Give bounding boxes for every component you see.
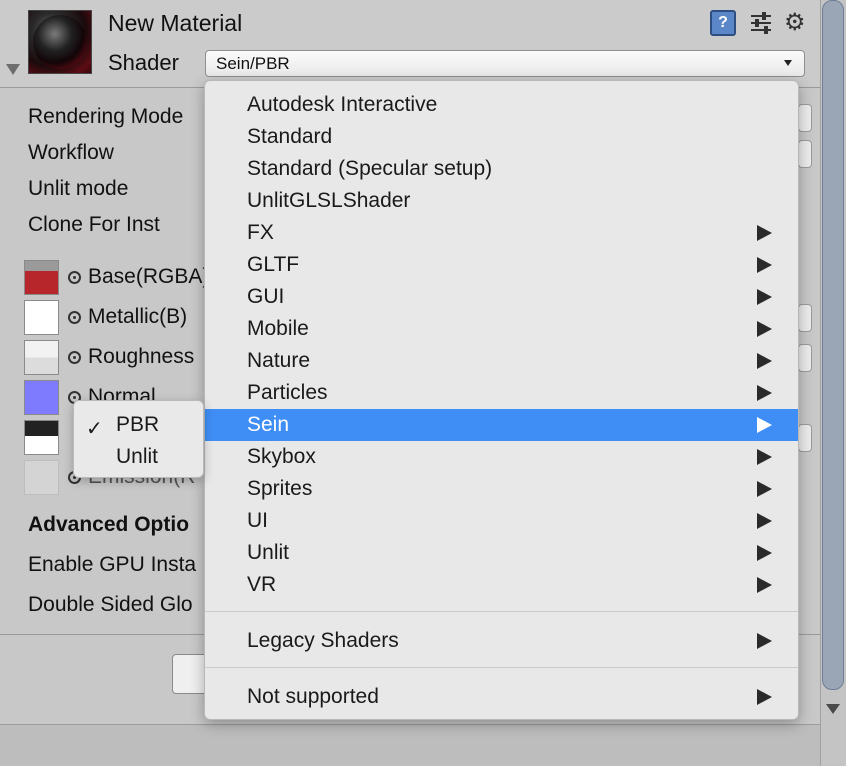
submenu-arrow-icon (757, 417, 772, 433)
menu-item-fx[interactable]: FX (205, 217, 798, 249)
menu-separator (205, 667, 798, 668)
menu-item-nature[interactable]: Nature (205, 345, 798, 377)
menu-separator (205, 611, 798, 612)
workflow-field[interactable] (798, 140, 812, 168)
bottom-area (0, 724, 820, 766)
submenu-arrow-icon (757, 257, 772, 273)
submenu-arrow-icon (757, 513, 772, 529)
occlusion-value-field[interactable] (798, 424, 812, 452)
menu-item-not-supported[interactable]: Not supported (205, 681, 798, 713)
metallic-label: Metallic(B) (88, 305, 188, 328)
submenu-arrow-icon (757, 633, 772, 649)
menu-item-autodesk-interactive[interactable]: Autodesk Interactive (205, 89, 798, 121)
emission-texture-slot[interactable] (24, 460, 59, 495)
gear-icon[interactable]: ⚙ (784, 8, 806, 37)
clone-for-inst-label: Clone For Inst (28, 213, 160, 236)
metallic-texture-slot[interactable] (24, 300, 59, 335)
roughness-object-picker-icon[interactable] (68, 351, 81, 364)
preset-sliders-icon[interactable] (748, 10, 774, 36)
rendering-mode-field[interactable] (798, 104, 812, 132)
submenu-arrow-icon (757, 545, 772, 561)
submenu-arrow-icon (757, 481, 772, 497)
double-sided-label: Double Sided Glo (28, 593, 193, 616)
material-preview-thumbnail[interactable] (28, 10, 92, 74)
roughness-texture-slot[interactable] (24, 340, 59, 375)
menu-item-particles[interactable]: Particles (205, 377, 798, 409)
menu-item-legacy-shaders[interactable]: Legacy Shaders (205, 625, 798, 657)
menu-item-standard-specular[interactable]: Standard (Specular setup) (205, 153, 798, 185)
popup-item-pbr[interactable]: ✓ PBR (74, 409, 203, 441)
submenu-arrow-icon (757, 577, 772, 593)
submenu-arrow-icon (757, 689, 772, 705)
shader-label: Shader (108, 50, 179, 75)
submenu-arrow-icon (757, 449, 772, 465)
menu-item-ui[interactable]: UI (205, 505, 798, 537)
base-object-picker-icon[interactable] (68, 271, 81, 284)
shader-dropdown[interactable]: Sein/PBR (205, 50, 805, 77)
submenu-arrow-icon (757, 353, 772, 369)
scrollbar-thumb[interactable] (822, 0, 844, 690)
workflow-label: Workflow (28, 141, 114, 164)
roughness-value-field[interactable] (798, 344, 812, 372)
occlusion-texture-slot[interactable] (24, 420, 59, 455)
material-title: New Material (108, 10, 243, 36)
roughness-label: Roughness (88, 345, 195, 368)
base-label: Base(RGBA) (88, 265, 210, 288)
dropdown-caret-icon (784, 60, 792, 66)
menu-item-unlitglslshader[interactable]: UnlitGLSLShader (205, 185, 798, 217)
submenu-arrow-icon (757, 289, 772, 305)
menu-item-vr[interactable]: VR (205, 569, 798, 601)
popup-item-unlit[interactable]: Unlit (74, 441, 203, 473)
shader-dropdown-value: Sein/PBR (216, 54, 290, 73)
submenu-arrow-icon (757, 321, 772, 337)
menu-item-unlit[interactable]: Unlit (205, 537, 798, 569)
metallic-value-field[interactable] (798, 304, 812, 332)
menu-item-gltf[interactable]: GLTF (205, 249, 798, 281)
metallic-object-picker-icon[interactable] (68, 311, 81, 324)
menu-item-skybox[interactable]: Skybox (205, 441, 798, 473)
menu-item-mobile[interactable]: Mobile (205, 313, 798, 345)
help-book-icon[interactable]: ? (710, 10, 736, 36)
normal-texture-slot[interactable] (24, 380, 59, 415)
unlit-mode-label: Unlit mode (28, 177, 129, 200)
scroll-down-arrow-icon[interactable] (826, 704, 840, 714)
menu-item-sprites[interactable]: Sprites (205, 473, 798, 505)
rendering-mode-label: Rendering Mode (28, 105, 184, 128)
shader-menu: Autodesk Interactive Standard Standard (… (204, 80, 799, 720)
base-texture-slot[interactable] (24, 260, 59, 295)
advanced-options-heading: Advanced Optio (28, 513, 190, 536)
submenu-arrow-icon (757, 385, 772, 401)
gpu-instancing-label: Enable GPU Insta (28, 553, 197, 576)
menu-item-gui[interactable]: GUI (205, 281, 798, 313)
foldout-arrow-icon[interactable] (6, 64, 20, 75)
submenu-arrow-icon (757, 225, 772, 241)
menu-item-sein[interactable]: Sein (205, 409, 798, 441)
mode-popup-menu: ✓ PBR Unlit (73, 400, 204, 478)
menu-item-standard[interactable]: Standard (205, 121, 798, 153)
